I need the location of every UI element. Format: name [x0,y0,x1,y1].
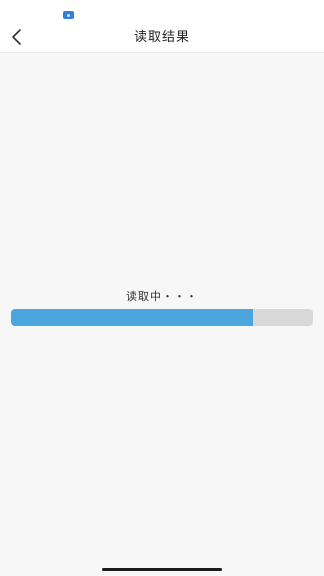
screen: 读取结果 读取中・・・ [0,0,324,576]
nav-bar: 读取结果 [0,22,324,53]
page-title: 读取结果 [133,30,190,45]
status-bar [0,0,324,22]
loading-section: 读取中・・・ [0,288,324,326]
loading-text: 读取中・・・ [126,290,198,303]
progress-fill [11,309,253,326]
status-dot [67,13,70,17]
home-indicator[interactable] [102,568,222,571]
status-indicator-icon [63,11,74,19]
progress-bar [11,309,313,326]
